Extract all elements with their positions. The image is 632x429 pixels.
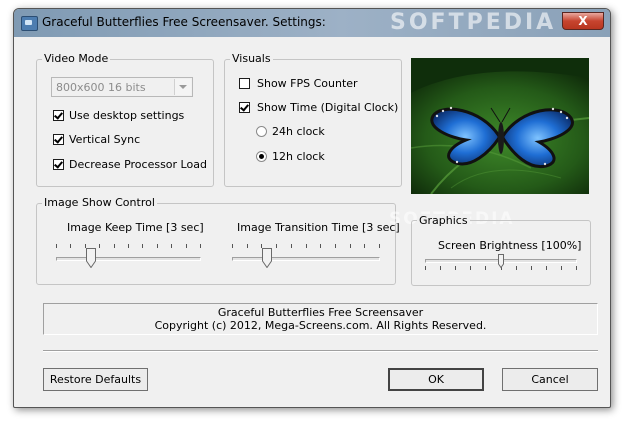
slider-tick xyxy=(200,244,201,248)
image-keep-time-slider-thumb[interactable] xyxy=(86,248,96,268)
image-show-legend: Image Show Control xyxy=(42,196,157,209)
butterfly-preview-svg xyxy=(411,58,589,194)
window-title: Graceful Butterflies Free Screensaver. S… xyxy=(42,15,326,29)
clock-24h-radio[interactable] xyxy=(256,126,267,137)
graphics-group xyxy=(411,220,591,286)
close-icon: X xyxy=(578,14,588,28)
slider-tick xyxy=(425,266,426,270)
clock-12h-label: 12h clock xyxy=(272,150,325,163)
butterfly-preview-image xyxy=(411,58,589,194)
close-button[interactable]: X xyxy=(562,12,604,30)
slider-tick xyxy=(128,244,129,248)
slider-tick xyxy=(99,244,100,248)
slider-tick xyxy=(561,266,562,270)
decrease-processor-load-label: Decrease Processor Load xyxy=(69,158,207,171)
restore-defaults-button[interactable]: Restore Defaults xyxy=(43,368,148,391)
slider-tick xyxy=(546,266,547,270)
slider-tick xyxy=(70,244,71,248)
about-copyright: Copyright (c) 2012, Mega-Screens.com. Al… xyxy=(154,319,487,332)
slider-tick xyxy=(157,244,158,248)
slider-tick xyxy=(485,266,486,270)
show-fps-checkbox[interactable] xyxy=(239,78,250,89)
resolution-value: 800x600 16 bits xyxy=(56,81,146,94)
slider-tick xyxy=(440,266,441,270)
slider-tick xyxy=(576,266,577,270)
slider-tick xyxy=(171,244,172,248)
softpedia-watermark-top: SOFTPEDIA xyxy=(390,10,557,35)
show-fps-label: Show FPS Counter xyxy=(257,77,358,90)
image-keep-time-label: Image Keep Time [3 sec] xyxy=(67,221,204,234)
about-title: Graceful Butterflies Free Screensaver xyxy=(217,306,424,319)
clock-12h-radio[interactable] xyxy=(256,151,267,162)
slider-tick xyxy=(291,244,292,248)
image-transition-time-label: Image Transition Time [3 sec] xyxy=(237,221,400,234)
slider-tick xyxy=(247,244,248,248)
vertical-sync-checkbox[interactable] xyxy=(53,134,64,145)
screen-brightness-slider-thumb[interactable] xyxy=(498,254,508,274)
slider-tick xyxy=(320,244,321,248)
decrease-processor-load-checkbox[interactable] xyxy=(53,159,64,170)
slider-tick xyxy=(56,244,57,248)
slider-tick xyxy=(114,244,115,248)
slider-tick xyxy=(276,244,277,248)
image-transition-time-track[interactable] xyxy=(232,257,380,261)
show-time-checkbox[interactable] xyxy=(239,102,250,113)
separator-line xyxy=(43,350,598,352)
slider-tick xyxy=(364,244,365,248)
slider-tick xyxy=(186,244,187,248)
video-mode-legend: Video Mode xyxy=(42,52,111,65)
vertical-sync-label: Vertical Sync xyxy=(69,133,141,146)
graphics-legend: Graphics xyxy=(417,214,470,227)
use-desktop-settings-label: Use desktop settings xyxy=(69,109,185,122)
ok-button[interactable]: OK xyxy=(388,368,484,391)
screen-brightness-label: Screen Brightness [100%] xyxy=(438,239,582,252)
image-keep-time-track[interactable] xyxy=(56,257,201,261)
slider-tick xyxy=(379,244,380,248)
about-panel: Graceful Butterflies Free Screensaver Co… xyxy=(43,303,598,335)
settings-dialog: Graceful Butterflies Free Screensaver. S… xyxy=(13,8,611,408)
dialog-client-area: Video Mode 800x600 16 bits Use desktop s… xyxy=(21,37,603,401)
image-transition-time-ticks xyxy=(232,244,380,248)
image-transition-time-slider-thumb[interactable] xyxy=(262,248,272,268)
show-time-label: Show Time (Digital Clock) xyxy=(257,101,399,114)
resolution-select[interactable]: 800x600 16 bits xyxy=(51,77,193,97)
slider-tick xyxy=(306,244,307,248)
cancel-button[interactable]: Cancel xyxy=(502,368,598,391)
slider-tick xyxy=(335,244,336,248)
visuals-legend: Visuals xyxy=(230,52,273,65)
dropdown-arrow-icon[interactable] xyxy=(174,79,191,95)
slider-tick xyxy=(516,266,517,270)
image-keep-time-ticks xyxy=(56,244,201,248)
slider-tick xyxy=(531,266,532,270)
app-icon xyxy=(21,16,38,31)
slider-tick xyxy=(470,266,471,270)
slider-tick xyxy=(455,266,456,270)
clock-24h-label: 24h clock xyxy=(272,125,325,138)
slider-tick xyxy=(142,244,143,248)
slider-tick xyxy=(232,244,233,248)
slider-tick xyxy=(350,244,351,248)
use-desktop-settings-checkbox[interactable] xyxy=(53,110,64,121)
